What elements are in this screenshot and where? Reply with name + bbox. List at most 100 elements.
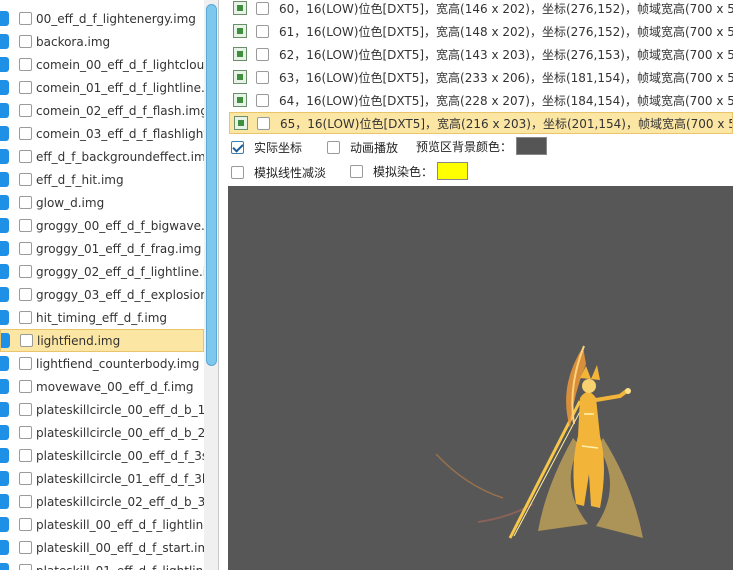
dye-option[interactable]: 模拟染色： [350,162,469,180]
file-name: plateskillcircle_00_eff_d_b_1st [36,402,204,417]
file-checkbox[interactable] [19,265,32,278]
file-name: comein_03_eff_d_f_flashlightli [36,126,204,141]
file-checkbox[interactable] [19,403,32,416]
dye-checkbox[interactable] [350,164,363,178]
frame-info: 63，16(LOW)位色[DXT5]，宽高(233 x 206)，坐标(181,… [279,70,733,85]
file-list-item[interactable]: backora.img [0,30,204,53]
frame-checkbox[interactable] [256,47,269,61]
animate-checkbox[interactable] [327,141,340,154]
frame-list-item[interactable]: 65，16(LOW)位色[DXT5]，宽高(216 x 203)，坐标(201,… [229,112,733,134]
file-list-item[interactable]: groggy_02_eff_d_f_lightline.ir [0,260,204,283]
linear-fade-checkbox[interactable] [231,166,244,179]
bg-color-swatch[interactable] [516,137,548,155]
file-name: groggy_03_eff_d_f_explosion. [36,287,204,302]
file-icon [0,80,9,95]
file-checkbox[interactable] [19,357,32,370]
file-list-item[interactable]: eff_d_f_hit.img [0,168,204,191]
file-checkbox[interactable] [19,196,32,209]
frame-info: 60，16(LOW)位色[DXT5]，宽高(146 x 202)，坐标(276,… [279,1,733,16]
file-list-item[interactable]: plateskillcircle_02_eff_d_b_3ci [0,490,204,513]
file-checkbox[interactable] [19,81,32,94]
file-checkbox[interactable] [19,219,32,232]
file-name: plateskillcircle_00_eff_d_f_3sh [36,448,204,463]
scrollbar-thumb[interactable] [206,4,217,366]
frame-list-item[interactable]: 61，16(LOW)位色[DXT5]，宽高(148 x 202)，坐标(276,… [229,20,733,42]
file-icon [0,402,9,417]
file-list-item[interactable]: groggy_00_eff_d_f_bigwave.i [0,214,204,237]
actual-coords-label: 实际坐标 [254,141,303,155]
file-icon [0,195,9,210]
file-icon [0,448,9,463]
frame-list-item[interactable]: 60，16(LOW)位色[DXT5]，宽高(146 x 202)，坐标(276,… [229,0,733,19]
frame-list-item[interactable]: 64，16(LOW)位色[DXT5]，宽高(228 x 207)，坐标(184,… [229,89,733,111]
file-checkbox[interactable] [19,150,32,163]
file-checkbox[interactable] [19,426,32,439]
file-checkbox[interactable] [19,449,32,462]
file-checkbox[interactable] [19,173,32,186]
file-checkbox[interactable] [19,541,32,554]
frame-list-item[interactable]: 62，16(LOW)位色[DXT5]，宽高(143 x 203)，坐标(276,… [229,43,733,65]
file-list-item[interactable]: groggy_03_eff_d_f_explosion. [0,283,204,306]
image-frame-icon [234,116,248,130]
frame-info: 65，16(LOW)位色[DXT5]，宽高(216 x 203)，坐标(201,… [280,116,733,131]
file-list-item[interactable]: plateskill_00_eff_d_f_start.img [0,536,204,559]
file-checkbox[interactable] [19,35,32,48]
file-list-item[interactable]: comein_00_eff_d_f_lightcloud [0,53,204,76]
file-list-item[interactable]: comein_03_eff_d_f_flashlightli [0,122,204,145]
file-list-item[interactable]: eff_d_f_backgroundeffect.img [0,145,204,168]
actual-coords-checkbox[interactable] [231,141,244,154]
dye-label: 模拟染色： [373,164,434,179]
preview-area[interactable] [228,186,733,570]
file-icon [0,379,9,394]
file-list-item[interactable]: plateskillcircle_01_eff_d_f_3loc [0,467,204,490]
frame-checkbox[interactable] [256,70,269,84]
file-list-item[interactable]: plateskillcircle_00_eff_d_b_2lo [0,421,204,444]
file-checkbox[interactable] [19,564,32,570]
file-checkbox[interactable] [19,380,32,393]
frame-list-item[interactable]: 63，16(LOW)位色[DXT5]，宽高(233 x 206)，坐标(181,… [229,66,733,88]
file-icon [0,540,9,555]
file-checkbox[interactable] [19,127,32,140]
file-checkbox[interactable] [19,472,32,485]
file-list-item[interactable]: comein_01_eff_d_f_lightline.ir [0,76,204,99]
file-checkbox[interactable] [19,495,32,508]
file-list-item[interactable]: plateskillcircle_00_eff_d_b_1st [0,398,204,421]
frame-checkbox[interactable] [256,1,269,15]
file-list-item[interactable]: plateskillcircle_00_eff_d_f_3sh [0,444,204,467]
file-name: plateskillcircle_01_eff_d_f_3loc [36,471,204,486]
animate-option[interactable]: 动画播放 [327,139,398,156]
image-frame-icon [233,47,247,61]
file-list-item[interactable]: lightfiend.img [0,329,204,352]
file-list-item[interactable]: groggy_01_eff_d_f_frag.img [0,237,204,260]
file-icon [1,333,10,348]
file-list-item[interactable]: plateskill_00_eff_d_f_lightline. [0,513,204,536]
file-checkbox[interactable] [19,311,32,324]
file-icon [0,563,9,570]
file-checkbox[interactable] [19,288,32,301]
file-list-item[interactable]: comein_02_eff_d_f_flash.img [0,99,204,122]
file-icon [0,287,9,302]
dye-color-swatch[interactable] [437,162,469,180]
frame-checkbox[interactable] [257,116,270,130]
file-list-item[interactable]: 00_eff_d_f_lightenergy.img [0,7,204,30]
frame-checkbox[interactable] [256,93,269,107]
file-checkbox[interactable] [19,12,32,25]
file-checkbox[interactable] [19,242,32,255]
file-list-panel: 00_eff_d_f_lightenergy.img backora.img com… [0,0,219,570]
file-list-scrollbar[interactable] [204,0,218,570]
file-checkbox[interactable] [19,518,32,531]
file-list-item[interactable]: glow_d.img [0,191,204,214]
file-icon [0,103,9,118]
actual-coords-option[interactable]: 实际坐标 [231,139,302,156]
file-checkbox[interactable] [19,58,32,71]
file-checkbox[interactable] [19,104,32,117]
file-list-item[interactable]: hit_timing_eff_d_f.img [0,306,204,329]
file-list-item[interactable]: movewave_00_eff_d_f.img [0,375,204,398]
frame-checkbox[interactable] [256,24,269,38]
file-list-item[interactable]: lightfiend_counterbody.img [0,352,204,375]
animate-label: 动画播放 [350,141,399,155]
file-name: plateskill_00_eff_d_f_start.img [36,540,204,555]
linear-fade-option[interactable]: 模拟线性减淡 [231,164,326,181]
file-list-item[interactable]: plateskill_01_eff_d_f_lightline [0,559,204,570]
file-checkbox[interactable] [20,334,33,347]
